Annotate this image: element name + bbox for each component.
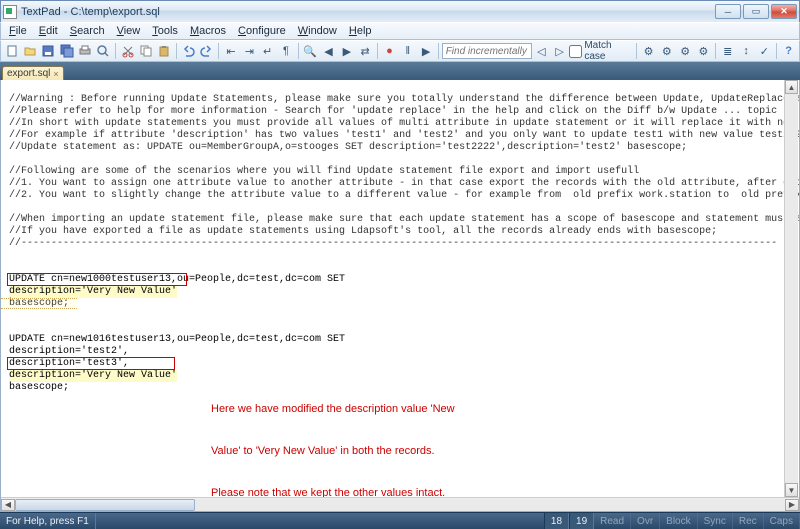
help-icon[interactable]: ? bbox=[780, 42, 797, 60]
menu-help[interactable]: Help bbox=[343, 24, 378, 38]
line: basescope; bbox=[9, 382, 69, 393]
tool-4-icon[interactable]: ⚙ bbox=[695, 42, 712, 60]
editor[interactable]: //Warning : Before running Update Statem… bbox=[1, 80, 799, 497]
indent-right-icon[interactable]: ⇥ bbox=[241, 42, 258, 60]
maximize-button[interactable]: ▭ bbox=[743, 4, 769, 19]
line: description='test2', bbox=[9, 346, 129, 357]
status-block: Block bbox=[660, 513, 697, 529]
show-chars-icon[interactable]: ¶ bbox=[277, 42, 294, 60]
menu-tools[interactable]: Tools bbox=[146, 24, 184, 38]
line: basescope; bbox=[9, 298, 69, 309]
saveall-icon[interactable] bbox=[58, 42, 75, 60]
minimize-button[interactable]: ─ bbox=[715, 4, 741, 19]
tool-1-icon[interactable]: ⚙ bbox=[640, 42, 657, 60]
line: //For example if attribute 'description'… bbox=[9, 130, 799, 141]
scroll-thumb[interactable] bbox=[15, 499, 195, 511]
line: //In short with update statements you mu… bbox=[9, 118, 799, 129]
menu-edit[interactable]: Edit bbox=[33, 24, 64, 38]
redo-icon[interactable] bbox=[198, 42, 215, 60]
wordwrap-icon[interactable]: ↵ bbox=[259, 42, 276, 60]
indent-left-icon[interactable]: ⇤ bbox=[222, 42, 239, 60]
close-button[interactable]: ✕ bbox=[771, 4, 797, 19]
line-highlighted: description='Very New Value' bbox=[9, 286, 177, 298]
copy-icon[interactable] bbox=[137, 42, 154, 60]
paste-icon[interactable] bbox=[155, 42, 172, 60]
line: //Update statement as: UPDATE ou=MemberG… bbox=[9, 142, 687, 153]
menu-configure[interactable]: Configure bbox=[232, 24, 292, 38]
find-input[interactable] bbox=[442, 43, 532, 59]
scroll-right-icon[interactable]: ▶ bbox=[785, 499, 799, 511]
preview-icon[interactable] bbox=[95, 42, 112, 60]
titlebar: TextPad - C:\temp\export.sql ─ ▭ ✕ bbox=[0, 0, 800, 22]
scroll-up-icon[interactable]: ▲ bbox=[785, 80, 798, 94]
menu-window[interactable]: Window bbox=[292, 24, 343, 38]
menubar: File Edit Search View Tools Macros Confi… bbox=[0, 22, 800, 40]
status-sync: Sync bbox=[698, 513, 733, 529]
line: //--------------------------------------… bbox=[9, 238, 777, 249]
status-caps: Caps bbox=[764, 513, 800, 529]
tabbar: export.sql × bbox=[0, 62, 800, 80]
status-ovr: Ovr bbox=[631, 513, 660, 529]
find-go-next-icon[interactable]: ▷ bbox=[551, 42, 568, 60]
undo-icon[interactable] bbox=[180, 42, 197, 60]
line-highlighted: description='Very New Value' bbox=[9, 370, 177, 382]
match-case-checkbox[interactable]: Match case bbox=[569, 40, 633, 62]
compare-icon[interactable]: ≣ bbox=[719, 42, 736, 60]
vertical-scrollbar[interactable]: ▲ ▼ bbox=[784, 80, 798, 497]
spell-icon[interactable]: ✓ bbox=[756, 42, 773, 60]
statusbar: For Help, press F1 18 19 Read Ovr Block … bbox=[0, 512, 800, 529]
status-line: 18 bbox=[544, 513, 569, 529]
line: //Following are some of the scenarios wh… bbox=[9, 166, 639, 177]
tool-3-icon[interactable]: ⚙ bbox=[677, 42, 694, 60]
open-icon[interactable] bbox=[21, 42, 38, 60]
line: UPDATE cn=new1000testuser13,ou=People,dc… bbox=[9, 274, 345, 285]
play-icon[interactable]: ▶ bbox=[417, 42, 434, 60]
find-icon[interactable]: 🔍 bbox=[302, 42, 319, 60]
find-prev-icon[interactable]: ◀ bbox=[320, 42, 337, 60]
menu-macros[interactable]: Macros bbox=[184, 24, 232, 38]
cut-icon[interactable] bbox=[119, 42, 136, 60]
window-title: TextPad - C:\temp\export.sql bbox=[21, 6, 715, 18]
scroll-left-icon[interactable]: ◀ bbox=[1, 499, 15, 511]
replace-icon[interactable]: ⇄ bbox=[357, 42, 374, 60]
scroll-down-icon[interactable]: ▼ bbox=[785, 483, 798, 497]
line: //If you have exported a file as update … bbox=[9, 226, 717, 237]
menu-search[interactable]: Search bbox=[64, 24, 111, 38]
tab-export-sql[interactable]: export.sql × bbox=[2, 66, 64, 80]
editor-area: //Warning : Before running Update Statem… bbox=[0, 80, 800, 512]
save-icon[interactable] bbox=[40, 42, 57, 60]
line: //1. You want to assign one attribute va… bbox=[9, 178, 799, 189]
tab-label: export.sql bbox=[7, 68, 50, 79]
menu-file[interactable]: File bbox=[3, 24, 33, 38]
app-icon bbox=[3, 5, 17, 19]
print-icon[interactable] bbox=[76, 42, 93, 60]
tool-2-icon[interactable]: ⚙ bbox=[658, 42, 675, 60]
status-col: 19 bbox=[569, 513, 594, 529]
line: //Please refer to help for more informat… bbox=[9, 106, 777, 117]
annotation: Here we have modified the description va… bbox=[211, 374, 455, 497]
horizontal-scrollbar[interactable]: ◀ ▶ bbox=[1, 497, 799, 511]
line: //2. You want to slightly change the att… bbox=[9, 190, 799, 201]
status-hint: For Help, press F1 bbox=[0, 513, 96, 529]
line: UPDATE cn=new1016testuser13,ou=People,dc… bbox=[9, 334, 345, 345]
pause-icon[interactable]: ‖ bbox=[399, 42, 416, 60]
find-next-icon[interactable]: ▶ bbox=[338, 42, 355, 60]
line: //When importing an update statement fil… bbox=[9, 214, 799, 225]
line: //Warning : Before running Update Statem… bbox=[9, 94, 799, 105]
line: description='test3', bbox=[9, 358, 129, 369]
sort-icon[interactable]: ↕ bbox=[737, 42, 754, 60]
status-read: Read bbox=[594, 513, 631, 529]
record-icon[interactable]: ● bbox=[381, 42, 398, 60]
new-icon[interactable] bbox=[3, 42, 20, 60]
toolbar: ⇤ ⇥ ↵ ¶ 🔍 ◀ ▶ ⇄ ● ‖ ▶ ◁ ▷ Match case ⚙ ⚙… bbox=[0, 40, 800, 62]
tab-close-icon[interactable]: × bbox=[53, 69, 58, 79]
status-rec: Rec bbox=[733, 513, 764, 529]
menu-view[interactable]: View bbox=[111, 24, 147, 38]
find-go-prev-icon[interactable]: ◁ bbox=[533, 42, 550, 60]
